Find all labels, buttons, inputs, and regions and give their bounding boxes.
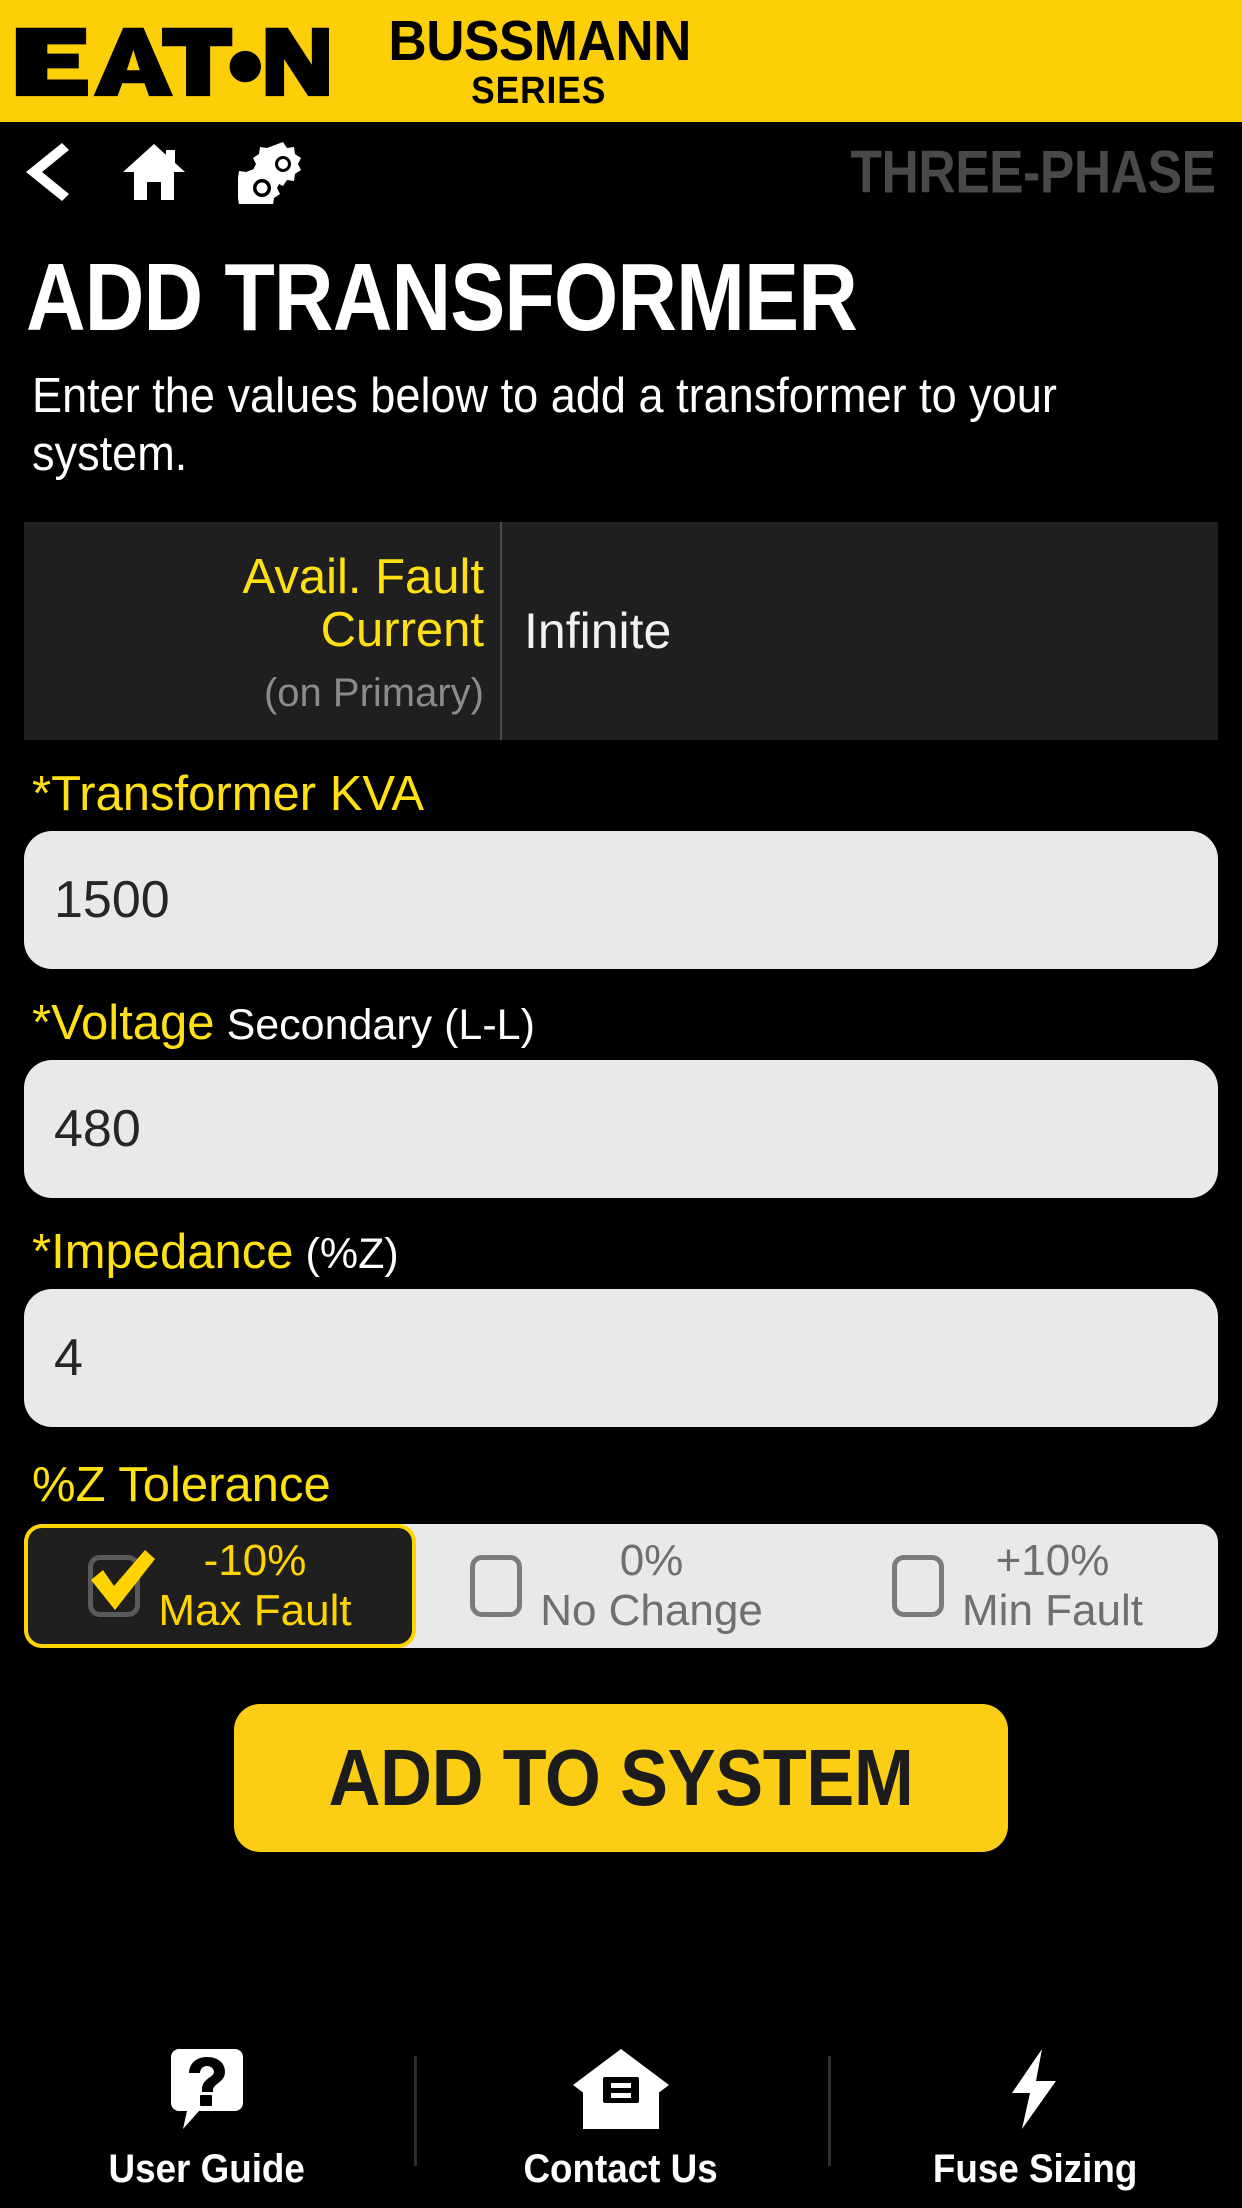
top-nav-bar: THREE-PHASE (0, 122, 1242, 222)
voltage-label-text: Voltage (51, 995, 215, 1050)
field-transformer-kva: *Transformer KVA 1500 (24, 766, 1218, 969)
voltage-label: *Voltage Secondary (L-L) (32, 995, 1218, 1050)
fault-label-line2: Current (320, 603, 484, 658)
tolerance-option-group: -10% Max Fault 0% No Change +10% Min Fau… (24, 1523, 1218, 1648)
bottom-nav-label-contact-us: Contact Us (523, 2146, 719, 2191)
series-wordmark: SERIES (471, 69, 607, 112)
tolerance-text-plus10: +10% Min Fault (962, 1536, 1143, 1635)
field-impedance: *Impedance (%Z) 4 (24, 1224, 1218, 1427)
bottom-nav-item-fuse-sizing[interactable]: Fuse Sizing (828, 2030, 1242, 2208)
impedance-label-text: Impedance (51, 1224, 294, 1279)
bottom-nav-bar: User Guide Contact Us Fuse Sizing (0, 2030, 1242, 2208)
required-asterisk: * (32, 995, 52, 1050)
tolerance-caption-minus10: Max Fault (158, 1585, 352, 1635)
checkmark-icon (91, 1549, 156, 1610)
question-bubble-icon (169, 2047, 245, 2131)
tolerance-caption-plus10: Min Fault (962, 1585, 1143, 1635)
tolerance-option-minus10[interactable]: -10% Max Fault (24, 1523, 416, 1648)
transformer-kva-label: *Transformer KVA (32, 766, 1218, 821)
gears-icon[interactable] (238, 140, 304, 204)
transformer-kva-label-text: Transformer KVA (51, 766, 425, 821)
add-to-system-button[interactable]: ADD TO SYSTEM (234, 1703, 1008, 1852)
bussmann-wordmark: BUSSMANN (387, 8, 691, 73)
bottom-nav-item-user-guide[interactable]: User Guide (0, 2030, 414, 2208)
tolerance-value-zero: 0% (619, 1536, 684, 1586)
page-kicker: THREE-PHASE (850, 138, 1217, 206)
tolerance-checkbox-minus10[interactable] (88, 1549, 156, 1617)
add-to-system-label: ADD TO SYSTEM (328, 1732, 914, 1822)
tolerance-value-plus10: +10% (995, 1536, 1110, 1586)
back-chevron-icon[interactable] (22, 141, 70, 203)
impedance-input[interactable]: 4 (24, 1288, 1218, 1427)
fault-sublabel: (on Primary) (263, 671, 484, 716)
fault-label-column: Avail. Fault Current (on Primary) (24, 521, 502, 740)
tolerance-value-minus10: -10% (203, 1536, 307, 1586)
bottom-nav-label-user-guide: User Guide (108, 2146, 306, 2191)
bottom-nav-label-fuse-sizing: Fuse Sizing (932, 2146, 1138, 2191)
transformer-kva-input[interactable]: 1500 (24, 830, 1218, 969)
brand-header: BUSSMANN SERIES (0, 0, 1242, 122)
eaton-logo (15, 27, 329, 97)
voltage-input[interactable]: 480 (24, 1059, 1218, 1198)
field-voltage-secondary: *Voltage Secondary (L-L) 480 (24, 995, 1218, 1198)
tolerance-text-zero: 0% No Change (540, 1536, 763, 1635)
fault-label-line1: Avail. Fault (242, 550, 484, 605)
tolerance-checkbox-plus10[interactable] (892, 1554, 945, 1617)
tolerance-checkbox-zero[interactable] (470, 1554, 523, 1617)
page-description: Enter the values below to add a transfor… (32, 369, 1057, 481)
page-title: ADD TRANSFORMER (26, 244, 858, 351)
tolerance-option-zero[interactable]: 0% No Change (416, 1524, 817, 1648)
bussmann-series-lockup: BUSSMANN SERIES (377, 8, 702, 112)
home-icon[interactable] (122, 142, 186, 202)
impedance-label-hint: (%Z) (305, 1229, 399, 1278)
tolerance-text-minus10: -10% Max Fault (158, 1536, 351, 1635)
top-nav-icon-group (22, 140, 304, 204)
required-asterisk: * (32, 1224, 52, 1279)
bottom-nav-item-contact-us[interactable]: Contact Us (414, 2030, 828, 2208)
tolerance-section: %Z Tolerance (24, 1457, 1218, 1512)
tolerance-caption-zero: No Change (540, 1585, 763, 1635)
tolerance-option-plus10[interactable]: +10% Min Fault (817, 1524, 1218, 1648)
app-screen: BUSSMANN SERIES THREE-PHASE ADD TRANSFOR… (0, 0, 1242, 2208)
tolerance-label: %Z Tolerance (32, 1457, 331, 1512)
voltage-label-hint: Secondary (L-L) (226, 1000, 535, 1049)
primary-action-row: ADD TO SYSTEM (0, 1703, 1242, 1852)
fault-current-value: Infinite (524, 602, 672, 659)
impedance-label: *Impedance (%Z) (32, 1224, 1218, 1279)
avail-fault-current-panel: Avail. Fault Current (on Primary) Infini… (24, 521, 1218, 740)
envelope-icon (571, 2047, 671, 2131)
lightning-bolt-icon (1008, 2047, 1062, 2131)
required-asterisk: * (32, 766, 52, 821)
